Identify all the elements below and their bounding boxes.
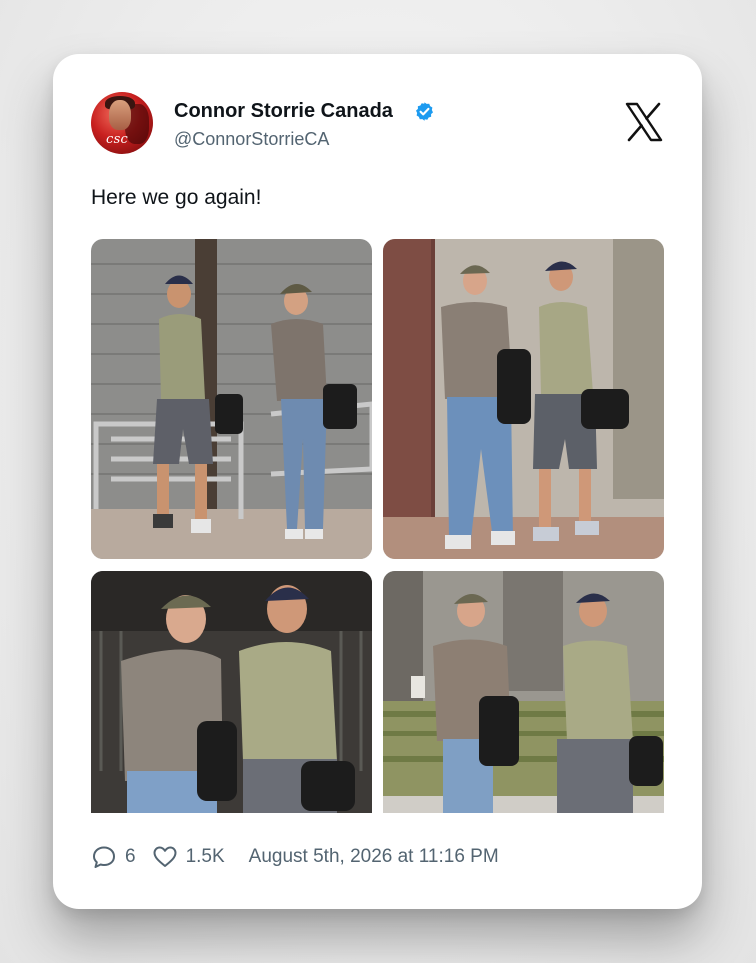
reply-icon <box>93 846 115 868</box>
timestamp[interactable]: August 5th, 2026 at 11:16 PM <box>249 846 499 868</box>
avatar-text: csc <box>106 132 129 147</box>
like-stat[interactable]: 1.5K <box>152 844 225 870</box>
avatar[interactable]: csc <box>91 92 153 154</box>
display-name[interactable]: Connor Storrie Canada <box>174 100 393 123</box>
user-handle[interactable]: @ConnorStorrieCA <box>174 129 329 150</box>
photo-1[interactable] <box>91 239 372 559</box>
verified-badge-icon <box>416 102 433 121</box>
photo-grid <box>91 239 664 813</box>
tweet-text: Here we go again! <box>91 186 262 209</box>
reply-stat[interactable]: 6 <box>91 844 136 870</box>
photo-2[interactable] <box>383 239 664 559</box>
like-count: 1.5K <box>185 846 225 867</box>
reply-count: 6 <box>125 846 136 867</box>
heart-icon <box>153 846 177 867</box>
x-logo-icon[interactable] <box>624 102 664 142</box>
tweet-footer: 6 1.5K August 5th, 2026 at 11:16 PM <box>91 844 499 870</box>
photo-3[interactable] <box>91 571 372 813</box>
tweet-card[interactable]: csc Connor Storrie Canada @ConnorStorrie… <box>53 54 702 909</box>
photo-4[interactable] <box>383 571 664 813</box>
